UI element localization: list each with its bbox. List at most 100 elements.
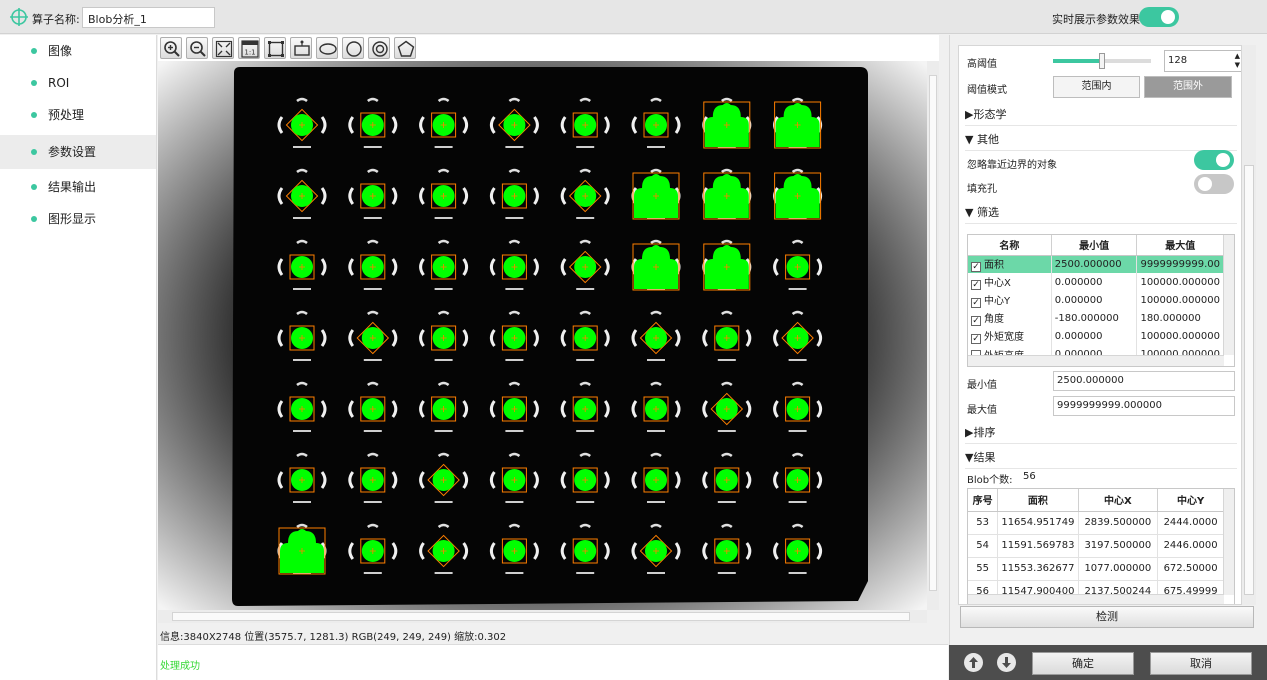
- section-results[interactable]: ▼结果: [965, 449, 1237, 469]
- filter-row-name: 面积: [984, 260, 1004, 272]
- section-morphology-title: 形态学: [973, 108, 1007, 121]
- filter-col-max[interactable]: 最大值: [1136, 235, 1224, 256]
- cancel-button[interactable]: 取消: [1150, 652, 1252, 675]
- panel-vertical-scrollbar[interactable]: [1242, 45, 1256, 605]
- ellipse-icon: [319, 43, 337, 55]
- result-row[interactable]: 55 11553.362677 1077.000000 672.50000: [968, 557, 1224, 581]
- filter-col-name[interactable]: 名称: [968, 235, 1052, 256]
- filter-row-min: -180.000000: [1051, 309, 1138, 327]
- filter-row[interactable]: ✓ 角度 -180.000000 180.000000: [968, 309, 1224, 327]
- sidebar-item-label: 结果输出: [48, 180, 97, 194]
- sidebar-item-label: ROI: [48, 76, 70, 90]
- results-table[interactable]: 序号 面积 中心X 中心Y 53 11654.951749 2839.500000 2…: [967, 488, 1235, 604]
- results-table-vscroll[interactable]: [1223, 489, 1234, 595]
- move-up-button[interactable]: [964, 653, 983, 672]
- checkbox-checked-icon[interactable]: ✓: [971, 262, 981, 273]
- sidebar-item-roi[interactable]: ROI: [0, 67, 156, 99]
- results-table-hscroll[interactable]: [968, 594, 1224, 604]
- result-row[interactable]: 53 11654.951749 2839.500000 2444.0000: [968, 511, 1224, 535]
- high-threshold-spinbox[interactable]: 128 ▲ ▼: [1164, 50, 1241, 72]
- ring-tool-button[interactable]: [368, 37, 390, 59]
- rectangle-tool-button[interactable]: [264, 37, 286, 59]
- fit-screen-button[interactable]: [212, 37, 234, 59]
- filter-row-name: 外矩宽度: [984, 332, 1024, 343]
- zoom-in-button[interactable]: [160, 37, 182, 59]
- result-col-index[interactable]: 序号: [968, 489, 999, 512]
- checkbox-checked-icon[interactable]: ✓: [971, 334, 981, 344]
- section-sort[interactable]: ▶排序: [965, 424, 1237, 444]
- result-col-cy[interactable]: 中心Y: [1157, 489, 1224, 512]
- svg-text:1:1: 1:1: [244, 49, 255, 57]
- actual-size-button[interactable]: 1:1: [238, 37, 260, 59]
- filter-row[interactable]: ✓ 外矩宽度 0.000000 100000.000000: [968, 327, 1224, 345]
- filter-row-max: 100000.000000: [1136, 327, 1224, 345]
- ring-icon: [372, 41, 388, 57]
- fill-holes-label: 填充孔: [967, 184, 997, 195]
- sidebar-item-label: 图形显示: [48, 212, 97, 226]
- section-morphology[interactable]: ▶形态学: [965, 106, 1237, 126]
- result-col-area[interactable]: 面积: [997, 489, 1079, 512]
- checkbox-checked-icon[interactable]: ✓: [971, 280, 981, 290]
- move-down-button[interactable]: [997, 653, 1016, 672]
- detect-button[interactable]: 检测: [960, 606, 1254, 628]
- filter-row[interactable]: ✓ 中心X 0.000000 100000.000000: [968, 273, 1224, 291]
- operator-name-input[interactable]: Blob分析_1: [82, 7, 215, 28]
- viewer-horizontal-scrollbar[interactable]: [158, 610, 927, 623]
- collapse-down-icon: ▼: [965, 133, 974, 146]
- result-cx: 2839.500000: [1078, 511, 1159, 535]
- sidebar-item-image[interactable]: 图像: [0, 35, 156, 67]
- filter-table-hscroll[interactable]: [968, 355, 1224, 366]
- blob-count-value: 56: [1023, 471, 1036, 482]
- zoom-out-button[interactable]: [186, 37, 208, 59]
- section-filter[interactable]: ▼ 筛选: [965, 204, 1237, 224]
- operator-name-label: 算子名称:: [32, 13, 80, 26]
- sidebar-item-preprocess[interactable]: 预处理: [0, 99, 156, 131]
- high-threshold-slider[interactable]: [1053, 53, 1151, 69]
- message-area: 处理成功: [158, 644, 948, 680]
- mode-outside-button[interactable]: 范围外: [1144, 76, 1232, 98]
- rectangle-icon: [268, 41, 284, 57]
- checkbox-checked-icon[interactable]: ✓: [971, 316, 981, 326]
- zoom-out-icon: [190, 41, 206, 57]
- section-filter-title: 筛选: [976, 206, 999, 219]
- high-threshold-value: 128: [1168, 55, 1188, 66]
- ellipse-tool-button[interactable]: [316, 37, 338, 59]
- confirm-button[interactable]: 确定: [1032, 652, 1134, 675]
- image-canvas[interactable]: [158, 61, 927, 610]
- top-bar: 算子名称: Blob分析_1 实时展示参数效果: [0, 0, 1267, 34]
- mode-inside-button[interactable]: 范围内: [1053, 76, 1140, 98]
- fill-holes-toggle[interactable]: [1194, 174, 1234, 194]
- arrow-down-icon: [1002, 657, 1011, 668]
- result-row[interactable]: 54 11591.569783 3197.500000 2446.0000: [968, 534, 1224, 558]
- result-idx: 53: [968, 511, 999, 535]
- filter-row[interactable]: ✓ 面积 2500.000000 9999999999.00: [968, 255, 1224, 273]
- result-col-cx[interactable]: 中心X: [1078, 489, 1159, 512]
- min-value-input[interactable]: 2500.000000: [1053, 371, 1235, 391]
- sidebar-item-result-output[interactable]: 结果输出: [0, 171, 156, 203]
- sidebar-item-parameters[interactable]: 参数设置: [0, 135, 156, 169]
- result-cx: 1077.000000: [1078, 557, 1159, 581]
- image-viewer[interactable]: [158, 61, 927, 610]
- viewer-vertical-scrollbar[interactable]: [927, 61, 939, 610]
- filter-col-min[interactable]: 最小值: [1051, 235, 1138, 256]
- section-other[interactable]: ▼ 其他: [965, 131, 1237, 151]
- result-area: 11654.951749: [997, 511, 1079, 535]
- max-value-input[interactable]: 9999999999.000000: [1053, 396, 1235, 416]
- sidebar-item-graphics-display[interactable]: 图形显示: [0, 203, 156, 235]
- realtime-preview-toggle[interactable]: [1139, 7, 1179, 27]
- filter-table[interactable]: 名称 最小值 最大值 ✓ 面积 2500.000000 9999999999.00…: [967, 234, 1235, 367]
- filter-row-max: 100000.000000: [1136, 291, 1224, 309]
- section-sort-title: 排序: [973, 426, 996, 439]
- polygon-tool-button[interactable]: [394, 37, 416, 59]
- filter-row-min: 0.000000: [1051, 273, 1138, 291]
- result-idx: 54: [968, 534, 999, 558]
- image-info-status: 信息:3840X2748 位置(3575.7, 1281.3) RGB(249,…: [160, 632, 507, 643]
- spin-arrows-icon[interactable]: ▲ ▼: [1235, 52, 1240, 70]
- image-toolbar: 1:1: [158, 35, 939, 61]
- rotated-rect-tool-button[interactable]: [290, 37, 312, 59]
- filter-row[interactable]: ✓ 中心Y 0.000000 100000.000000: [968, 291, 1224, 309]
- circle-tool-button[interactable]: [342, 37, 364, 59]
- ignore-border-toggle[interactable]: [1194, 150, 1234, 170]
- filter-table-vscroll[interactable]: [1223, 235, 1234, 355]
- checkbox-checked-icon[interactable]: ✓: [971, 298, 981, 308]
